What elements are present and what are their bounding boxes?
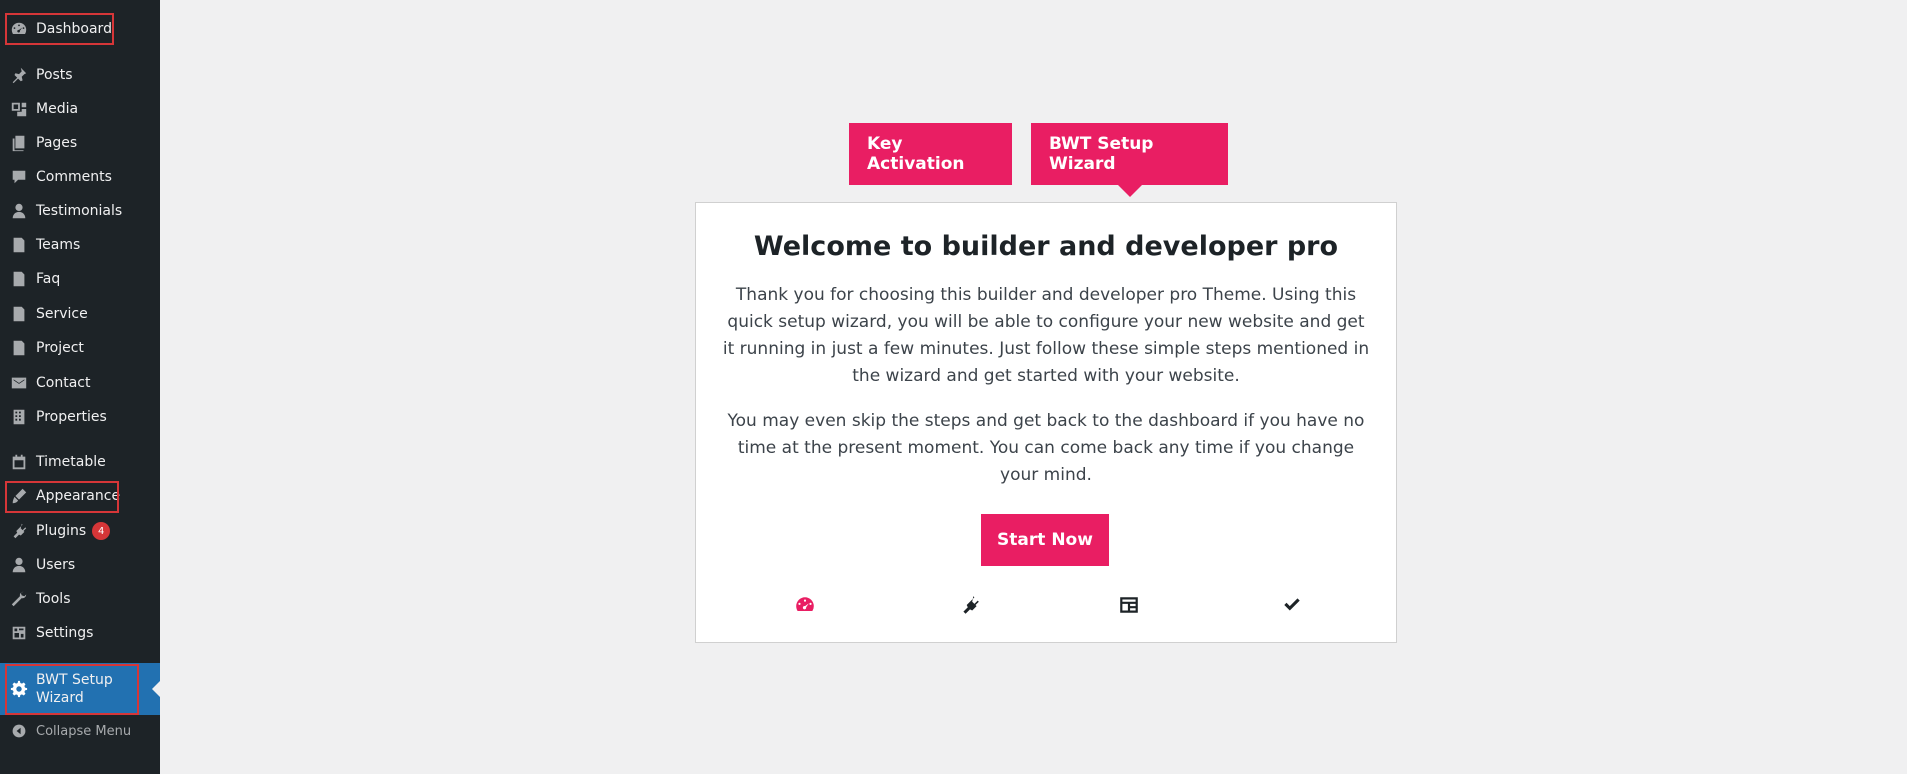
sidebar-item-label: Posts xyxy=(36,67,73,83)
sidebar-item-label: BWT Setup Wizard xyxy=(36,672,113,706)
sidebar-item-plugins[interactable]: Plugins 4 xyxy=(0,514,160,548)
document-icon xyxy=(10,339,28,357)
admin-sidebar: Dashboard Posts Media Pages Comments Tes… xyxy=(0,0,160,774)
user-icon xyxy=(10,202,28,220)
card-title: Welcome to builder and developer pro xyxy=(753,231,1339,262)
comment-icon xyxy=(10,168,28,186)
sidebar-item-service[interactable]: Service xyxy=(0,297,160,331)
main-content: Key Activation BWT Setup Wizard Welcome … xyxy=(160,0,1907,774)
plugin-icon[interactable] xyxy=(958,593,982,617)
sidebar-item-label: Properties xyxy=(36,409,107,425)
sidebar-item-timetable[interactable]: Timetable xyxy=(0,445,160,479)
plugin-icon xyxy=(10,522,28,540)
dashboard-icon xyxy=(10,20,28,38)
intro-paragraph: Thank you for choosing this builder and … xyxy=(722,285,1370,386)
document-icon xyxy=(10,305,28,323)
sidebar-item-teams[interactable]: Teams xyxy=(0,228,160,262)
pages-icon xyxy=(10,134,28,152)
calendar-icon xyxy=(10,453,28,471)
mail-icon xyxy=(10,374,28,392)
wrench-icon xyxy=(10,590,28,608)
tab-key-activation[interactable]: Key Activation xyxy=(849,123,1012,185)
media-icon xyxy=(10,100,28,118)
dashboard-icon[interactable] xyxy=(793,593,817,617)
sidebar-item-label: Appearance xyxy=(36,488,121,504)
sidebar-item-comments[interactable]: Comments xyxy=(0,160,160,194)
sidebar-item-testimonials[interactable]: Testimonials xyxy=(0,194,160,228)
gear-icon xyxy=(10,680,28,698)
sidebar-item-properties[interactable]: Properties xyxy=(0,400,160,434)
sidebar-item-label: Settings xyxy=(36,625,94,641)
sidebar-item-label: Comments xyxy=(36,169,112,185)
sidebar-item-label: Service xyxy=(36,306,88,322)
sidebar-item-label: Tools xyxy=(36,591,71,607)
sidebar-item-users[interactable]: Users xyxy=(0,548,160,582)
brush-icon xyxy=(10,487,28,505)
update-count-badge: 4 xyxy=(92,522,111,540)
collapse-menu-button[interactable]: Collapse Menu xyxy=(0,714,160,748)
skip-paragraph: You may even skip the steps and get back… xyxy=(727,411,1365,485)
settings-icon xyxy=(10,624,28,642)
sidebar-item-pages[interactable]: Pages xyxy=(0,126,160,160)
document-icon xyxy=(10,236,28,254)
sidebar-item-media[interactable]: Media xyxy=(0,92,160,126)
welcome-card: Welcome to builder and developer pro Tha… xyxy=(695,202,1397,643)
collapse-menu-label: Collapse Menu xyxy=(36,723,132,739)
sidebar-item-settings[interactable]: Settings xyxy=(0,616,160,650)
document-icon xyxy=(10,270,28,288)
check-icon[interactable] xyxy=(1280,593,1304,617)
sidebar-item-dashboard[interactable]: Dashboard xyxy=(0,12,160,46)
pin-icon xyxy=(10,66,28,84)
sidebar-item-label: Contact xyxy=(36,375,91,391)
sidebar-item-appearance[interactable]: Appearance xyxy=(0,479,160,513)
collapse-icon xyxy=(10,722,28,740)
sidebar-item-label: Teams xyxy=(36,237,81,253)
sidebar-item-faq[interactable]: Faq xyxy=(0,262,160,296)
sidebar-item-tools[interactable]: Tools xyxy=(0,582,160,616)
start-now-button[interactable]: Start Now xyxy=(981,514,1109,566)
wizard-steps xyxy=(696,593,1396,617)
sidebar-item-label: Testimonials xyxy=(36,203,123,219)
sidebar-item-project[interactable]: Project xyxy=(0,331,160,365)
layout-icon[interactable] xyxy=(1117,593,1141,617)
sidebar-item-label: Dashboard xyxy=(36,21,112,37)
sidebar-item-contact[interactable]: Contact xyxy=(0,366,160,400)
sidebar-item-label: Plugins xyxy=(36,523,87,539)
sidebar-item-label: Media xyxy=(36,101,79,117)
users-icon xyxy=(10,556,28,574)
sidebar-item-bwt-setup-wizard[interactable]: BWT Setup Wizard xyxy=(0,663,160,715)
sidebar-item-label: Users xyxy=(36,557,76,573)
sidebar-item-label: Timetable xyxy=(36,454,106,470)
sidebar-item-label: Faq xyxy=(36,271,61,287)
tab-bwt-setup-wizard[interactable]: BWT Setup Wizard xyxy=(1031,123,1228,197)
building-icon xyxy=(10,408,28,426)
sidebar-item-label: Pages xyxy=(36,135,78,151)
sidebar-item-posts[interactable]: Posts xyxy=(0,58,160,92)
sidebar-item-label: Project xyxy=(36,340,84,356)
